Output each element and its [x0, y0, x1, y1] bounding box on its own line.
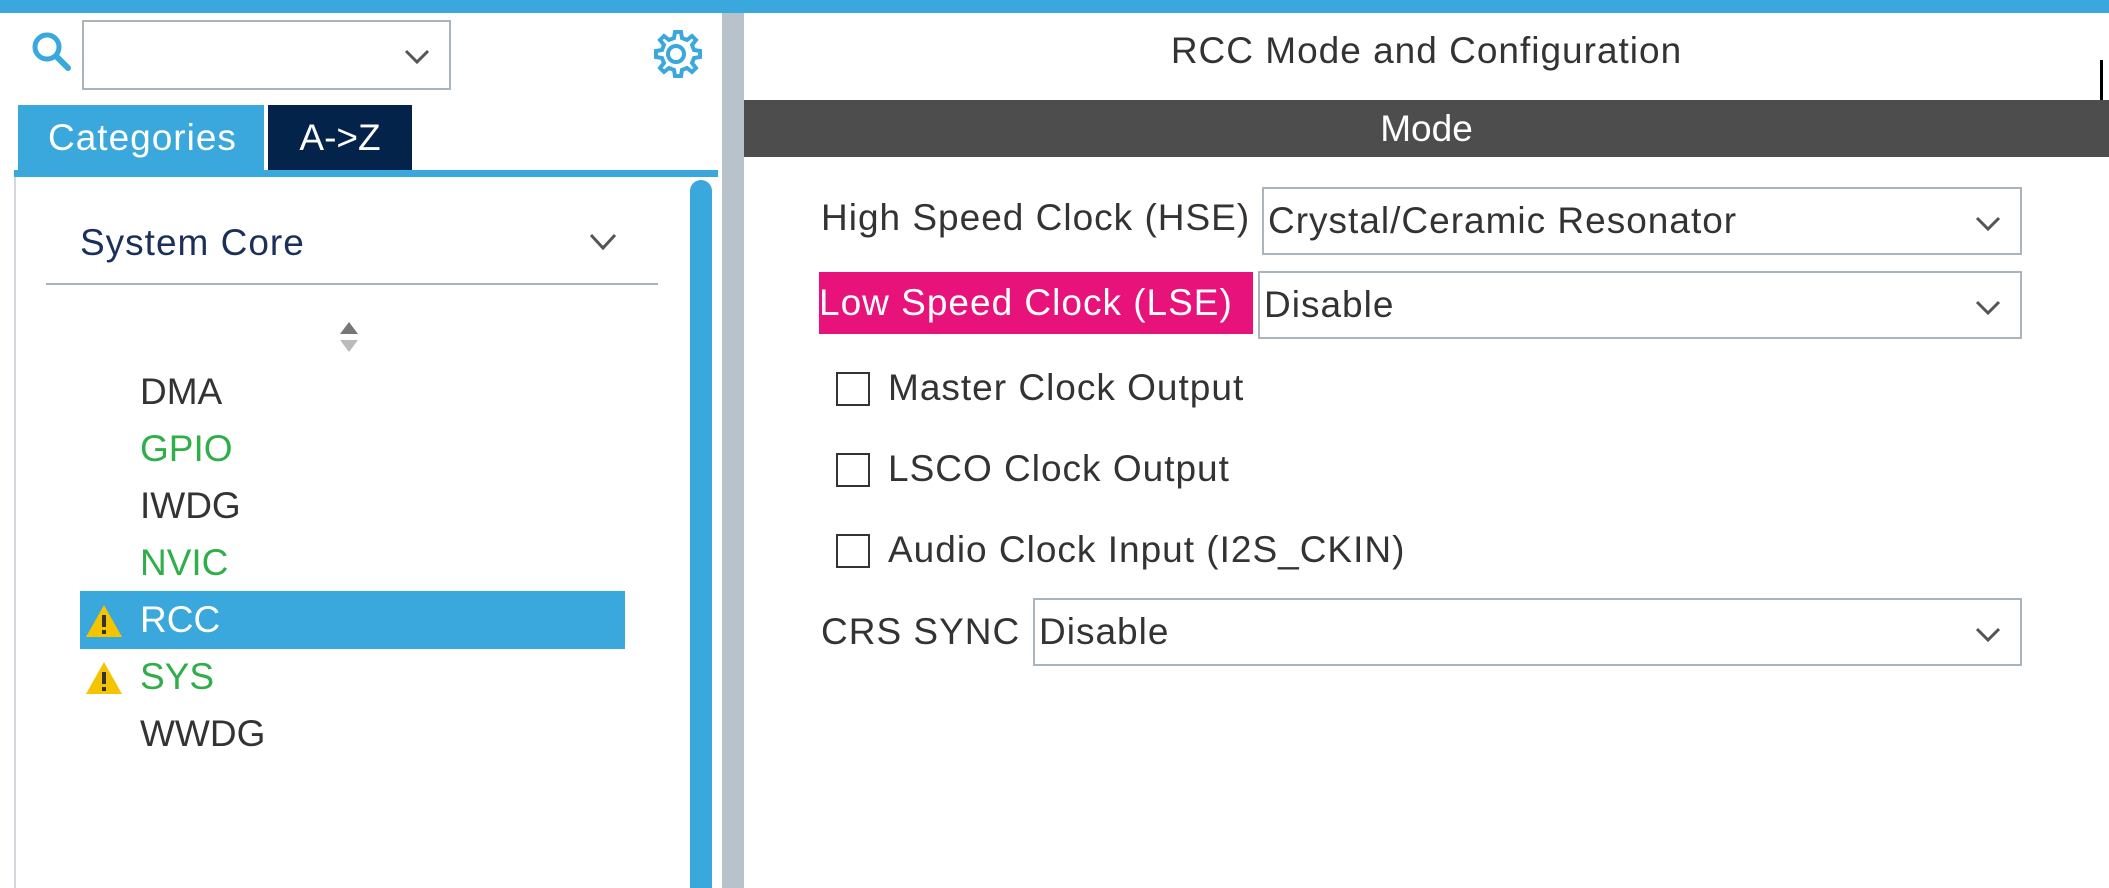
gear-icon[interactable] — [648, 26, 704, 82]
tab-underline — [14, 170, 718, 177]
tab-categories[interactable]: Categories — [18, 105, 264, 170]
mode-section-header[interactable]: Mode — [744, 100, 2109, 157]
page-title: RCC Mode and Configuration — [1170, 30, 1683, 71]
scrollbar-thumb[interactable] — [690, 180, 712, 888]
list-item-sys[interactable]: SYS — [80, 648, 625, 706]
lse-select[interactable]: Disable — [1258, 271, 2022, 339]
checkbox-label[interactable]: LSCO Clock Output — [888, 448, 1230, 490]
list-item-label: DMA — [140, 371, 223, 412]
list-item-wwdg[interactable]: WWDG — [80, 705, 625, 763]
list-item-label: NVIC — [140, 542, 229, 583]
checkbox[interactable] — [836, 372, 870, 406]
top-accent-strip — [0, 0, 2109, 13]
category-title[interactable]: System Core — [80, 222, 305, 264]
crs-sync-select-value: Disable — [1039, 611, 1170, 652]
chevron-down-icon[interactable] — [1974, 620, 2002, 648]
sort-icon[interactable] — [338, 320, 360, 354]
list-item-label: SYS — [140, 656, 215, 697]
checkbox-label[interactable]: Audio Clock Input (I2S_CKIN) — [888, 529, 1405, 571]
list-item-label: GPIO — [140, 428, 233, 469]
tab-a-to-z[interactable]: A->Z — [268, 105, 412, 170]
chevron-down-icon[interactable] — [1974, 293, 2002, 321]
list-item-iwdg[interactable]: IWDG — [80, 477, 625, 535]
list-item-label: WWDG — [140, 713, 266, 754]
hse-select[interactable]: Crystal/Ceramic Resonator — [1262, 187, 2022, 255]
chevron-down-icon[interactable] — [588, 230, 618, 254]
chevron-down-icon[interactable] — [1974, 209, 2002, 237]
checkbox[interactable] — [836, 453, 870, 487]
lse-select-value: Disable — [1264, 284, 1395, 325]
list-item-label: IWDG — [140, 485, 241, 526]
checkbox[interactable] — [836, 534, 870, 568]
crs-sync-select[interactable]: Disable — [1033, 598, 2022, 666]
warning-icon — [86, 605, 122, 637]
hse-select-value: Crystal/Ceramic Resonator — [1268, 200, 1738, 241]
category-divider — [46, 283, 658, 285]
panel-splitter[interactable] — [722, 13, 744, 888]
list-item-nvic[interactable]: NVIC — [80, 534, 625, 592]
list-item-gpio[interactable]: GPIO — [80, 420, 625, 478]
checkbox-label[interactable]: Master Clock Output — [888, 367, 1244, 409]
list-item-label: RCC — [140, 599, 221, 640]
lse-label: Low Speed Clock (LSE) — [819, 272, 1253, 334]
search-input[interactable] — [82, 20, 451, 90]
panel-edge — [2100, 60, 2103, 100]
crs-sync-label: CRS SYNC — [821, 611, 1021, 652]
warning-icon — [86, 662, 122, 694]
list-item-dma[interactable]: DMA — [80, 363, 625, 421]
list-item-rcc[interactable]: RCC — [80, 591, 625, 649]
hse-label: High Speed Clock (HSE) — [821, 197, 1251, 238]
search-icon[interactable] — [30, 30, 72, 72]
chevron-down-icon[interactable] — [403, 42, 431, 70]
